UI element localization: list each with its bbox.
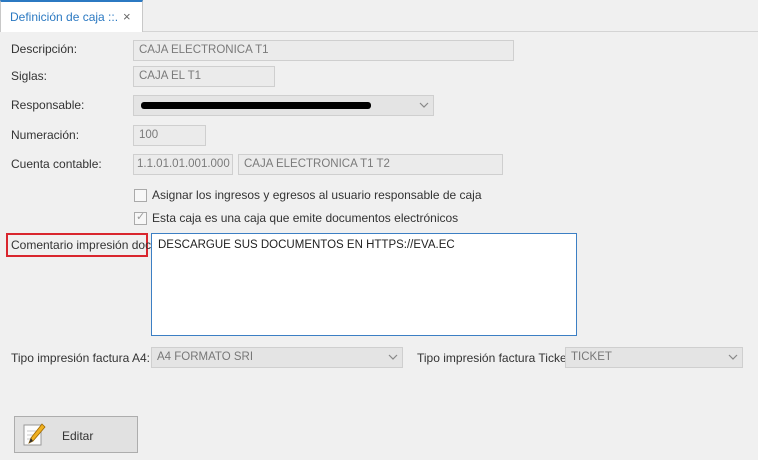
edit-button[interactable]: Editar	[14, 416, 138, 453]
chevron-down-icon	[728, 354, 738, 360]
redacted-bar	[141, 102, 371, 109]
cuenta-label: Cuenta contable:	[11, 157, 102, 171]
numeracion-field[interactable]: 100	[133, 125, 206, 146]
tipo-a4-select[interactable]: A4 FORMATO SRI	[151, 347, 403, 368]
tipo-a4-value: A4 FORMATO SRI	[157, 351, 254, 363]
cuenta-code-field[interactable]: 1.1.01.01.001.000	[133, 154, 233, 175]
comentario-textarea[interactable]: DESCARGUE SUS DOCUMENTOS EN HTTPS://EVA.…	[151, 233, 577, 336]
tipo-tickets-select[interactable]: TICKET	[565, 347, 743, 368]
chevron-down-icon	[419, 102, 429, 108]
close-icon[interactable]: ×	[123, 9, 131, 24]
tipo-tickets-value: TICKET	[571, 351, 612, 363]
tipo-a4-label: Tipo impresión factura A4:	[11, 351, 150, 365]
pencil-icon	[23, 423, 46, 446]
tab-title: Definición de caja ::.	[10, 10, 119, 24]
edit-button-label: Editar	[62, 429, 94, 443]
check-icon: ✓	[136, 211, 146, 223]
cuenta-name-field[interactable]: CAJA ELECTRONICA T1 T2	[238, 154, 503, 175]
tipo-tickets-label: Tipo impresión factura Tickets:	[417, 351, 580, 365]
comentario-label: Comentario impresión docs:	[11, 238, 161, 252]
responsable-label: Responsable:	[11, 98, 85, 112]
tab-bar: Definición de caja ::. ×	[0, 0, 758, 32]
chevron-down-icon	[388, 354, 398, 360]
electronica-checkbox[interactable]: ✓	[134, 211, 147, 225]
siglas-field[interactable]: CAJA EL T1	[133, 66, 275, 87]
electronica-label: Esta caja es una caja que emite document…	[152, 211, 459, 225]
descripcion-label: Descripción:	[11, 42, 78, 56]
tab-definicion-caja[interactable]: Definición de caja ::. ×	[0, 0, 143, 32]
numeracion-label: Numeración:	[11, 128, 80, 142]
siglas-label: Siglas:	[11, 69, 48, 83]
descripcion-field[interactable]: CAJA ELECTRONICA T1	[133, 40, 514, 61]
asignar-label: Asignar los ingresos y egresos al usuari…	[152, 188, 482, 202]
asignar-checkbox[interactable]	[134, 189, 147, 202]
responsable-select[interactable]	[133, 95, 434, 116]
form-panel: Descripción: CAJA ELECTRONICA T1 Siglas:…	[0, 32, 758, 460]
